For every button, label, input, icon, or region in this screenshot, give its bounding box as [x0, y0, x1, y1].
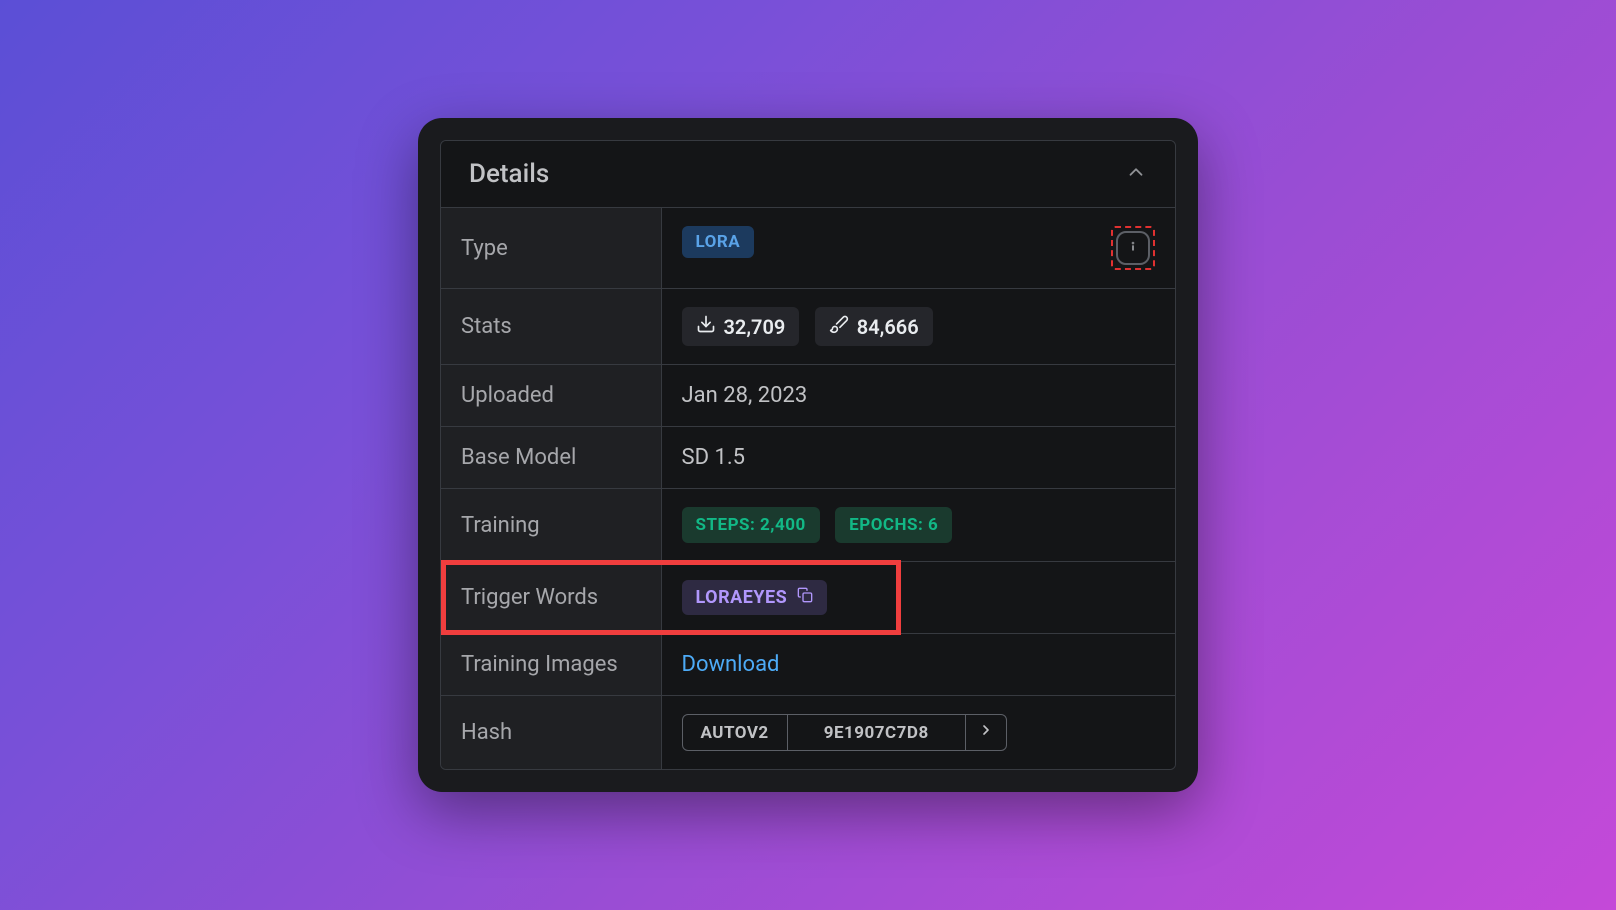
label-training-images: Training Images — [441, 634, 661, 696]
value-base-model: SD 1.5 — [661, 427, 1175, 489]
row-trigger-words: Trigger Words LORAEYES — [441, 562, 1175, 634]
trigger-word-text: LORAEYES — [696, 587, 788, 608]
value-stats: 32,709 84,666 — [661, 289, 1175, 365]
info-icon — [1124, 236, 1142, 261]
training-steps-badge: STEPS: 2,400 — [682, 507, 820, 543]
info-highlight — [1111, 226, 1155, 270]
chevron-right-icon — [978, 722, 994, 743]
value-type: LORA — [661, 208, 1175, 289]
downloads-count: 32,709 — [724, 315, 786, 339]
download-icon — [696, 314, 716, 339]
label-hash: Hash — [441, 696, 661, 770]
label-stats: Stats — [441, 289, 661, 365]
copy-icon — [797, 587, 813, 608]
details-table: Type LORA Stats — [441, 207, 1175, 769]
training-epochs-badge: EPOCHS: 6 — [835, 507, 952, 543]
value-training: STEPS: 2,400 EPOCHS: 6 — [661, 489, 1175, 562]
row-uploaded: Uploaded Jan 28, 2023 — [441, 365, 1175, 427]
row-hash: Hash AUTOV2 9E1907C7D8 — [441, 696, 1175, 770]
row-base-model: Base Model SD 1.5 — [441, 427, 1175, 489]
details-card: Details Type LORA — [418, 118, 1198, 792]
value-uploaded: Jan 28, 2023 — [661, 365, 1175, 427]
label-uploaded: Uploaded — [441, 365, 661, 427]
row-training-images: Training Images Download — [441, 634, 1175, 696]
downloads-stat: 32,709 — [682, 307, 800, 346]
value-hash: AUTOV2 9E1907C7D8 — [661, 696, 1175, 770]
type-badge: LORA — [682, 226, 755, 258]
trigger-word-badge[interactable]: LORAEYES — [682, 580, 828, 615]
row-type: Type LORA — [441, 208, 1175, 289]
uses-count: 84,666 — [857, 315, 919, 339]
brush-icon — [829, 314, 849, 339]
label-base-model: Base Model — [441, 427, 661, 489]
value-training-images: Download — [661, 634, 1175, 696]
hash-type[interactable]: AUTOV2 — [683, 715, 788, 750]
details-header[interactable]: Details — [441, 141, 1175, 207]
chevron-up-icon — [1125, 161, 1147, 187]
uses-stat: 84,666 — [815, 307, 933, 346]
row-training: Training STEPS: 2,400 EPOCHS: 6 — [441, 489, 1175, 562]
details-title: Details — [469, 159, 549, 189]
details-panel: Details Type LORA — [440, 140, 1176, 770]
label-trigger-words: Trigger Words — [441, 562, 661, 634]
hash-group: AUTOV2 9E1907C7D8 — [682, 714, 1007, 751]
value-trigger-words: LORAEYES — [661, 562, 1175, 634]
hash-expand-button[interactable] — [966, 715, 1006, 750]
hash-value[interactable]: 9E1907C7D8 — [788, 715, 966, 750]
row-stats: Stats 32,709 84,666 — [441, 289, 1175, 365]
label-training: Training — [441, 489, 661, 562]
label-type: Type — [441, 208, 661, 289]
download-link[interactable]: Download — [682, 652, 780, 677]
info-button[interactable] — [1116, 231, 1150, 265]
